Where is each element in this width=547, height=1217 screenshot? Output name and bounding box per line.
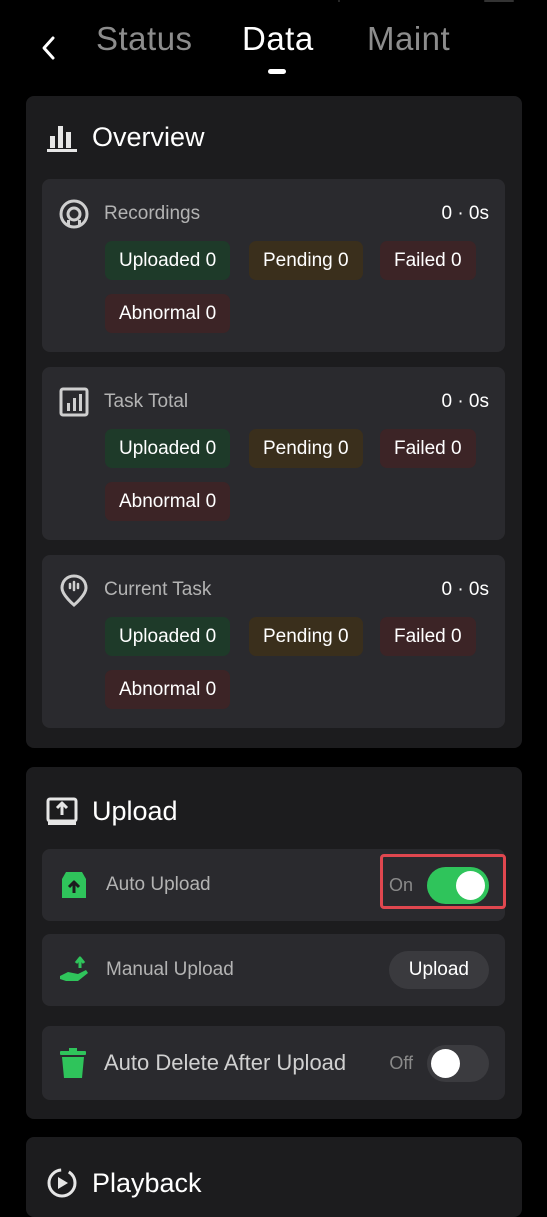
tab-data[interactable]: Data xyxy=(242,20,314,58)
abnormal-chip: Abnormal 0 xyxy=(105,482,231,521)
pending-chip: Pending 0 xyxy=(249,241,363,280)
overview-chart-icon xyxy=(47,125,77,152)
abnormal-chip: Abnormal 0 xyxy=(105,670,231,709)
manual-upload-label: Manual Upload xyxy=(106,959,234,980)
upload-card: Upload Auto Upload On Manual Upload Uplo… xyxy=(26,767,522,1119)
playback-icon xyxy=(47,1168,77,1198)
auto-upload-toggle-highlight xyxy=(380,854,506,909)
upload-header: Upload xyxy=(46,795,178,827)
task-total-panel: Task Total 0 · 0s Uploaded 0 Pending 0 F… xyxy=(42,367,505,540)
pending-chip: Pending 0 xyxy=(249,617,363,656)
failed-chip: Failed 0 xyxy=(380,429,476,468)
cloud-upload-icon xyxy=(62,872,86,898)
current-task-value: 0 · 0s xyxy=(441,579,489,600)
auto-delete-state: Off xyxy=(389,1052,413,1073)
failed-chip: Failed 0 xyxy=(380,617,476,656)
uploaded-chip: Uploaded 0 xyxy=(105,617,231,656)
record-icon xyxy=(59,199,89,229)
top-navigation: Status Data Maint xyxy=(0,0,547,96)
auto-delete-row: Auto Delete After Upload Off xyxy=(42,1026,505,1100)
bar-chart-icon xyxy=(59,387,89,417)
current-task-label: Current Task xyxy=(104,579,212,600)
upload-box-icon xyxy=(46,797,78,825)
hand-upload-icon xyxy=(60,956,88,981)
trash-icon xyxy=(60,1048,86,1078)
auto-delete-toggle[interactable] xyxy=(427,1044,489,1082)
recordings-panel: Recordings 0 · 0s Uploaded 0 Pending 0 F… xyxy=(42,179,505,352)
playback-title: Playback xyxy=(92,1167,202,1198)
status-bar-fragment xyxy=(338,0,340,2)
overview-header: Overview xyxy=(46,122,205,153)
tab-maint[interactable]: Maint xyxy=(367,20,450,58)
location-pin-icon xyxy=(60,574,88,607)
uploaded-chip: Uploaded 0 xyxy=(105,241,231,280)
uploaded-chip: Uploaded 0 xyxy=(105,429,231,468)
upload-title: Upload xyxy=(92,795,178,826)
playback-header: Playback xyxy=(46,1167,202,1199)
manual-upload-row: Manual Upload Upload xyxy=(42,934,505,1006)
pending-chip: Pending 0 xyxy=(249,429,363,468)
current-task-panel: Current Task 0 · 0s Uploaded 0 Pending 0… xyxy=(42,555,505,728)
auto-upload-label: Auto Upload xyxy=(106,874,211,895)
recordings-value: 0 · 0s xyxy=(441,203,489,224)
upload-button[interactable]: Upload xyxy=(388,951,489,989)
failed-chip: Failed 0 xyxy=(380,241,476,280)
abnormal-chip: Abnormal 0 xyxy=(105,294,231,333)
overview-title: Overview xyxy=(92,122,205,152)
chevron-left-icon xyxy=(42,36,55,60)
recordings-label: Recordings xyxy=(104,203,201,224)
task-total-label: Task Total xyxy=(104,391,189,412)
playback-card: Playback xyxy=(26,1137,522,1217)
tab-status[interactable]: Status xyxy=(96,20,193,58)
back-button[interactable] xyxy=(34,30,62,66)
task-total-value: 0 · 0s xyxy=(441,391,489,412)
active-tab-indicator xyxy=(268,69,286,74)
status-bar-fragment xyxy=(484,0,514,2)
auto-delete-label: Auto Delete After Upload xyxy=(104,1050,347,1075)
overview-card: Overview Recordings 0 · 0s Uploaded 0 Pe… xyxy=(26,96,522,748)
toggle-knob xyxy=(431,1048,460,1078)
